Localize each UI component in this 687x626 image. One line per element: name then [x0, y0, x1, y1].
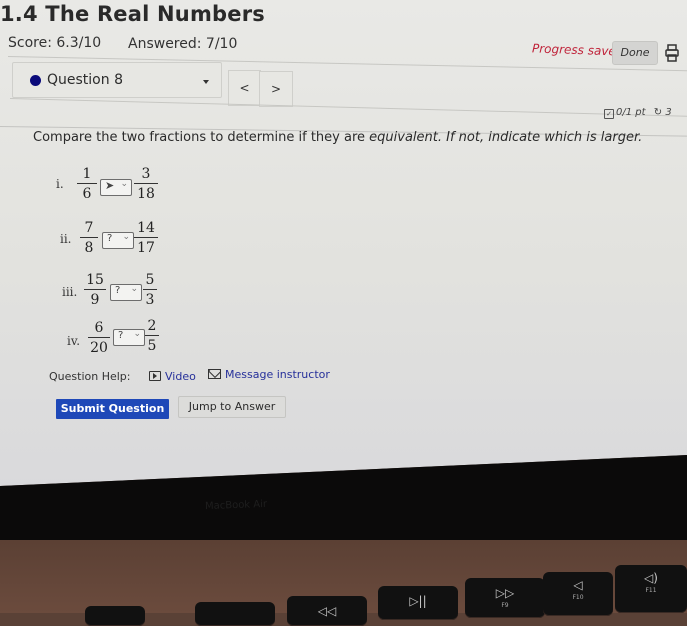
denominator: 5 [145, 335, 159, 354]
numerator: 5 [145, 272, 155, 288]
speaker-mute-icon: ◁ [573, 578, 583, 592]
fast-forward-icon: ▷▷ [495, 586, 515, 600]
retry-count: 3 [665, 107, 672, 118]
item-number: ii. [60, 232, 72, 246]
denominator: 9 [84, 289, 106, 308]
retry-icon[interactable]: ↻ [654, 107, 662, 118]
numerator: 2 [147, 318, 157, 334]
assignment-title: 1.4 The Real Numbers [0, 2, 265, 26]
chevron-down-icon: ⌄ [133, 329, 141, 339]
denominator: 20 [88, 337, 110, 356]
left-fraction: 1 6 [77, 166, 97, 202]
message-instructor-text: Message instructor [225, 368, 330, 381]
video-icon [149, 371, 161, 381]
done-button[interactable]: Done [612, 41, 658, 65]
points-indicator: ✓ 0/1 pt ↻ 3 [604, 107, 672, 119]
key-fast-forward: ▷▷ F9 [465, 578, 545, 618]
prompt-text: Compare the two fractions to determine i… [33, 130, 370, 145]
numerator: 3 [141, 166, 151, 182]
key-label: F10 [572, 594, 584, 601]
left-fraction: 6 20 [88, 320, 110, 356]
submit-question-button[interactable]: Submit Question [56, 399, 169, 419]
numerator: 6 [94, 320, 104, 336]
browser-screen: 1.4 The Real Numbers Score: 6.3/10 Answe… [0, 0, 687, 486]
rewind-icon: ◁◁ [317, 604, 337, 618]
denominator: 8 [80, 237, 98, 256]
next-question-button[interactable]: > [259, 71, 293, 107]
comparison-select[interactable]: ? ⌄ [113, 329, 145, 346]
answered-text: Answered: 7/10 [128, 36, 238, 52]
numerator: 15 [86, 272, 104, 288]
right-fraction: 3 18 [134, 166, 158, 202]
numerator: 7 [84, 220, 94, 236]
item-number: iii. [62, 285, 78, 299]
play-pause-icon: ▷|| [409, 594, 427, 608]
checkbox-edit-icon: ✓ [604, 109, 614, 119]
printer-icon[interactable] [665, 44, 679, 62]
jump-to-answer-button[interactable]: Jump to Answer [178, 396, 286, 418]
points-text: 0/1 pt [616, 107, 646, 118]
key [85, 606, 145, 626]
select-value: ? [115, 285, 121, 296]
progress-status: Progress saved [531, 41, 624, 59]
mouse-cursor-icon: ➤ [105, 179, 115, 192]
question-status-dot-icon [30, 75, 41, 86]
message-instructor-link[interactable]: Message instructor [208, 368, 330, 381]
chevron-down-icon: ⌄ [122, 232, 130, 242]
question-select-label: Question 8 [47, 72, 123, 88]
key-play-pause: ▷|| [378, 586, 458, 620]
divider [9, 98, 687, 117]
key [195, 602, 275, 626]
denominator: 17 [134, 237, 158, 256]
video-link-text: Video [165, 370, 196, 383]
bezel-label: MacBook Air [204, 498, 268, 513]
question-prompt: Compare the two fractions to determine i… [33, 130, 642, 145]
comparison-select[interactable]: ? ⌄ [102, 232, 134, 249]
question-help-label: Question Help: [49, 370, 131, 383]
denominator: 18 [134, 183, 158, 202]
denominator: 6 [77, 183, 97, 202]
caret-down-icon [203, 80, 209, 84]
chevron-down-icon: ⌄ [130, 284, 138, 294]
chevron-down-icon: ⌄ [120, 179, 128, 189]
previous-question-button[interactable]: < [228, 70, 261, 106]
item-number: iv. [67, 334, 81, 348]
right-fraction: 2 5 [145, 318, 159, 354]
key-mute: ◁ F10 [543, 572, 613, 616]
left-fraction: 15 9 [84, 272, 106, 308]
denominator: 3 [143, 289, 157, 308]
key-label: F11 [645, 587, 657, 594]
select-value: ? [107, 233, 113, 244]
key-label: F9 [501, 602, 509, 609]
left-fraction: 7 8 [80, 220, 98, 256]
key-volume-down: ◁) F11 [615, 565, 687, 613]
video-link[interactable]: Video [149, 370, 196, 383]
right-fraction: 14 17 [134, 220, 158, 256]
right-fraction: 5 3 [143, 272, 157, 308]
numerator: 14 [137, 220, 155, 236]
score-text: Score: 6.3/10 [8, 35, 102, 51]
select-value: ? [118, 330, 124, 341]
item-number: i. [56, 177, 64, 191]
numerator: 1 [82, 166, 92, 182]
comparison-select[interactable]: ? ⌄ [110, 284, 142, 301]
key-rewind: ◁◁ [287, 596, 367, 626]
mail-icon [208, 369, 221, 379]
prompt-text-italic: equivalent. If not, indicate which is la… [369, 130, 643, 145]
speaker-volume-icon: ◁) [644, 571, 658, 585]
comparison-select[interactable]: ➤ ⌄ [100, 179, 132, 196]
